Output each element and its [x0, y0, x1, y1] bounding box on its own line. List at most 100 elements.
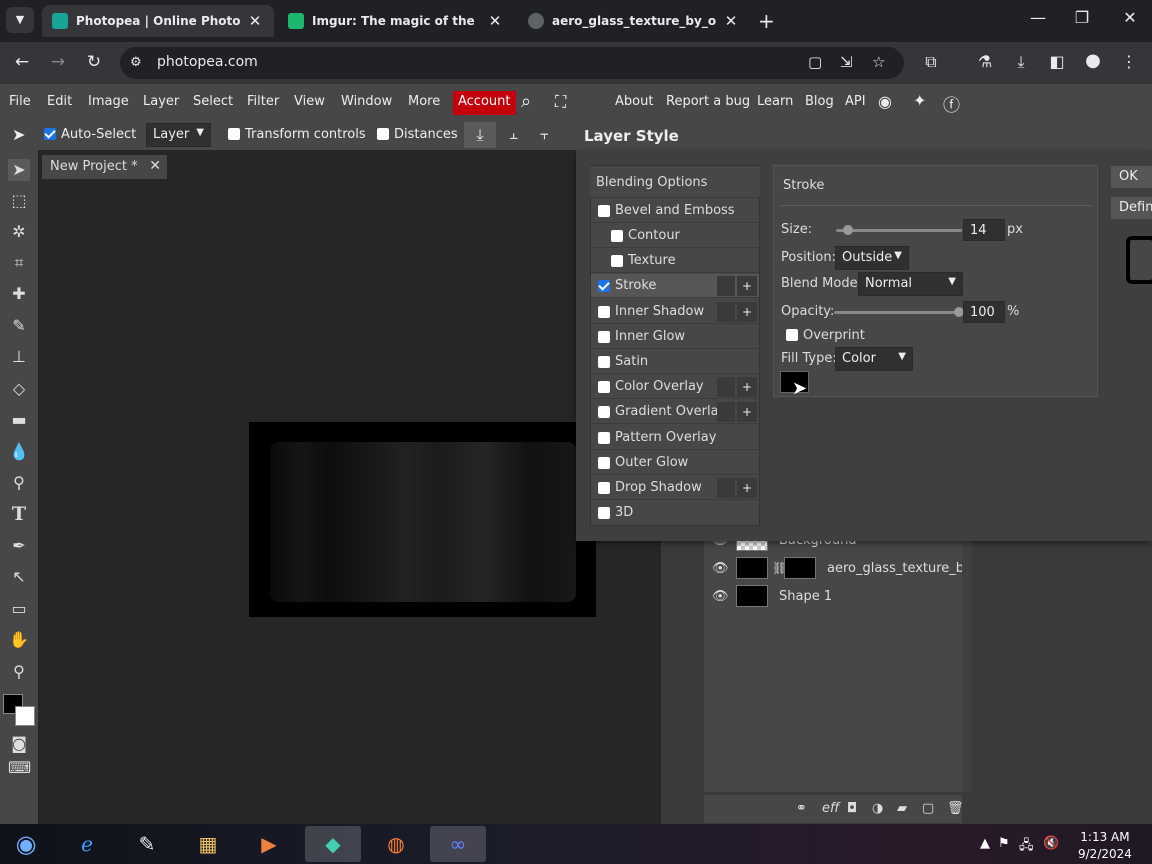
checkbox-icon[interactable] [598, 306, 610, 318]
effect-3d[interactable]: 3D [591, 501, 759, 525]
effects-icon[interactable]: eff [822, 801, 839, 816]
marquee-tool-icon[interactable]: ⬚ [8, 190, 30, 212]
add-mask-icon[interactable]: ◘ [847, 801, 857, 816]
menu-file[interactable]: File [9, 94, 31, 109]
effect-color-overlay[interactable]: Color Overlay + [591, 375, 759, 399]
add-effect-button[interactable]: + [737, 377, 757, 397]
twitter-icon[interactable]: ✦ [913, 91, 926, 110]
download-icon[interactable]: ⤓ [1010, 52, 1032, 72]
clipboard-icon[interactable]: ▢ [808, 53, 822, 71]
blur-tool-icon[interactable]: 💧 [8, 441, 30, 463]
opacity-input[interactable]: 100 [963, 301, 1005, 323]
menu-api[interactable]: API [845, 94, 866, 109]
menu-view[interactable]: View [294, 94, 325, 109]
menu-learn[interactable]: Learn [757, 94, 793, 109]
add-effect-button[interactable]: + [737, 402, 757, 422]
menu-layer[interactable]: Layer [143, 94, 179, 109]
link-layers-icon[interactable]: ⚭ [796, 801, 807, 816]
facebook-icon[interactable]: ⓕ [943, 91, 960, 116]
close-tab-icon[interactable]: ✕ [486, 12, 504, 30]
tab-aero-glass[interactable]: aero_glass_texture_by_optimum ✕ [518, 5, 750, 37]
new-group-icon[interactable]: ▰ [897, 801, 907, 816]
checkbox-icon[interactable] [598, 432, 610, 444]
site-settings-icon[interactable]: ⚙ [130, 55, 142, 70]
transform-controls-checkbox[interactable]: Transform controls [228, 127, 366, 142]
checkbox-icon[interactable] [598, 381, 610, 393]
effect-outer-glow[interactable]: Outer Glow [591, 451, 759, 475]
document-tab[interactable]: New Project * ✕ [42, 155, 167, 179]
firefox-icon[interactable]: ◍ [368, 826, 424, 862]
tab-imgur[interactable]: Imgur: The magic of the Internet ✕ [278, 5, 514, 37]
notepad-icon[interactable]: ✎ [119, 826, 175, 862]
checkbox-icon[interactable] [598, 457, 610, 469]
install-app-icon[interactable]: ⇲ [840, 53, 853, 71]
menu-filter[interactable]: Filter [247, 94, 279, 109]
size-input[interactable]: 14 [963, 219, 1005, 241]
labs-flask-icon[interactable]: ⚗ [974, 52, 996, 71]
eye-icon[interactable]: 👁 [712, 561, 729, 576]
auto-select-checkbox[interactable]: Auto-Select [44, 127, 136, 142]
eraser-tool-icon[interactable]: ◇ [8, 378, 30, 400]
effect-bevel-emboss[interactable]: Bevel and Emboss [591, 199, 759, 223]
side-panel-icon[interactable]: ◧ [1046, 52, 1068, 71]
checkbox-icon[interactable] [598, 406, 610, 418]
action-center-flag-icon[interactable]: ⚑ [998, 836, 1010, 851]
new-tab-icon[interactable]: + [758, 9, 775, 33]
path-select-icon[interactable]: ↖ [8, 566, 30, 588]
menu-select[interactable]: Select [193, 94, 233, 109]
close-tab-icon[interactable]: ✕ [722, 12, 740, 30]
effect-inner-glow[interactable]: Inner Glow [591, 325, 759, 349]
quick-mask-icon[interactable]: ◙ [8, 733, 30, 755]
gradient-tool-icon[interactable]: ▬ [8, 409, 30, 431]
add-effect-button[interactable]: + [737, 478, 757, 498]
profile-avatar-icon[interactable]: ● [1082, 50, 1104, 71]
menu-edit[interactable]: Edit [47, 94, 72, 109]
menu-more[interactable]: More [408, 94, 440, 109]
volume-muted-icon[interactable]: 🔇 [1043, 836, 1059, 851]
network-icon[interactable]: 🖧 [1019, 836, 1034, 858]
eye-icon[interactable]: 👁 [712, 589, 729, 604]
healing-brush-icon[interactable]: ✚ [8, 283, 30, 305]
keyboard-icon[interactable]: ⌨ [8, 757, 31, 779]
menu-report-bug[interactable]: Report a bug [666, 94, 750, 109]
download-icon[interactable]: ⤓ [464, 122, 496, 148]
chrome-menu-icon[interactable]: ⋮ [1118, 52, 1140, 71]
effect-contour[interactable]: Contour [591, 224, 759, 248]
photopea-taskbar-icon[interactable]: ◆ [305, 826, 361, 862]
ok-button[interactable]: OK [1111, 166, 1152, 188]
blend-mode-dropdown[interactable]: Normal ▼ [858, 272, 963, 296]
define-button[interactable]: Define [1111, 197, 1152, 219]
checkbox-icon[interactable] [598, 482, 610, 494]
close-tab-icon[interactable]: ✕ [246, 12, 264, 30]
adjustment-layer-icon[interactable]: ◑ [872, 801, 883, 816]
pen-tool-icon[interactable]: ✒ [8, 535, 30, 557]
effect-drop-shadow[interactable]: Drop Shadow + [591, 476, 759, 500]
checkbox-icon[interactable] [598, 331, 610, 343]
close-document-icon[interactable]: ✕ [149, 158, 161, 174]
restore-icon[interactable]: ❐ [1070, 8, 1094, 27]
new-layer-icon[interactable]: ▢ [922, 801, 934, 816]
checkbox-icon[interactable] [598, 205, 610, 217]
opacity-slider[interactable] [834, 311, 960, 314]
search-icon[interactable]: ⌕ [521, 91, 531, 112]
effect-gradient-overlay[interactable]: Gradient Overlay + [591, 400, 759, 424]
effect-satin[interactable]: Satin [591, 350, 759, 374]
start-button-icon[interactable]: ◉ [0, 826, 52, 862]
fullscreen-icon[interactable]: ⛶ [555, 92, 566, 112]
checkbox-icon[interactable] [598, 507, 610, 519]
shape-tool-icon[interactable]: ▭ [8, 598, 30, 620]
background-color-swatch[interactable] [15, 706, 35, 726]
effect-texture[interactable]: Texture [591, 249, 759, 273]
menu-blog[interactable]: Blog [805, 94, 834, 109]
back-arrow-icon[interactable]: ← [10, 52, 34, 72]
menu-window[interactable]: Window [341, 94, 392, 109]
tab-search-button[interactable]: ▼ [6, 7, 34, 33]
menu-about[interactable]: About [615, 94, 653, 109]
overprint-checkbox[interactable]: Overprint [786, 328, 865, 343]
delete-layer-icon[interactable]: 🗑 [947, 801, 964, 816]
checkbox-icon[interactable] [598, 356, 610, 368]
checkbox-icon[interactable] [611, 230, 623, 242]
forward-arrow-icon[interactable]: → [46, 52, 70, 72]
align-left-icon[interactable]: ⫠ [509, 125, 518, 143]
clone-stamp-icon[interactable]: ⊥ [8, 346, 30, 368]
